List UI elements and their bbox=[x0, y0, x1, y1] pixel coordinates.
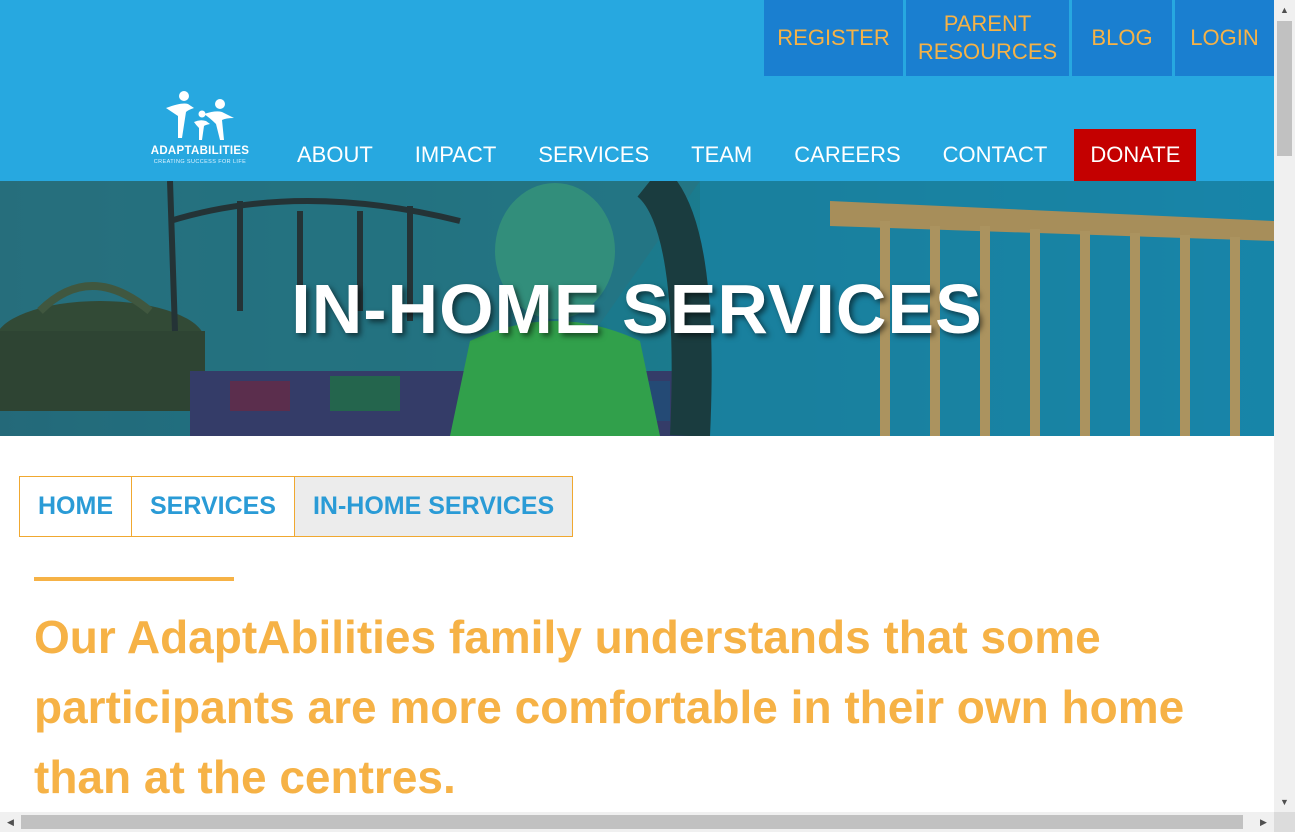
main-nav-team[interactable]: TEAM bbox=[670, 129, 773, 181]
page-title: IN-HOME SERVICES bbox=[291, 270, 983, 348]
main-nav-impact[interactable]: IMPACT bbox=[394, 129, 517, 181]
breadcrumb-services[interactable]: SERVICES bbox=[132, 477, 295, 536]
site-logo[interactable]: ADAPTABILITIES CREATING SUCCESS FOR LIFE bbox=[142, 88, 258, 168]
top-nav-blog[interactable]: BLOG bbox=[1072, 0, 1172, 76]
scrollbar-corner bbox=[1274, 812, 1295, 832]
horizontal-scroll-thumb[interactable] bbox=[21, 815, 1243, 829]
main-nav-contact[interactable]: CONTACT bbox=[922, 129, 1069, 181]
scroll-up-icon[interactable]: ▲ bbox=[1274, 0, 1295, 20]
logo-name: ADAPTABILITIES bbox=[150, 145, 250, 157]
scroll-left-icon[interactable]: ◀ bbox=[0, 812, 21, 832]
top-nav-register[interactable]: REGISTER bbox=[764, 0, 903, 76]
logo-tagline: CREATING SUCCESS FOR LIFE bbox=[153, 159, 247, 165]
page-viewport: REGISTER PARENT RESOURCES BLOG LOGIN ADA… bbox=[0, 0, 1274, 812]
breadcrumb: HOME SERVICES IN-HOME SERVICES bbox=[19, 476, 574, 537]
parent-resources-line2: RESOURCES bbox=[917, 39, 1058, 64]
donate-button[interactable]: DONATE bbox=[1074, 129, 1197, 181]
logo-figures-icon bbox=[166, 91, 234, 140]
accent-divider bbox=[34, 577, 234, 581]
parent-resources-label: PARENT RESOURCES bbox=[918, 10, 1057, 66]
horizontal-scrollbar[interactable]: ◀ ▶ bbox=[0, 812, 1274, 832]
scroll-right-icon[interactable]: ▶ bbox=[1253, 812, 1274, 832]
top-nav-login[interactable]: LOGIN bbox=[1175, 0, 1274, 76]
main-nav-about[interactable]: ABOUT bbox=[276, 129, 394, 181]
parent-resources-line1: PARENT bbox=[943, 11, 1032, 36]
main-nav-careers[interactable]: CAREERS bbox=[773, 129, 921, 181]
vertical-scrollbar[interactable]: ▲ ▼ bbox=[1274, 0, 1295, 812]
hero-banner: IN-HOME SERVICES bbox=[0, 181, 1274, 436]
vertical-scroll-thumb[interactable] bbox=[1277, 21, 1292, 156]
top-nav-parent-resources[interactable]: PARENT RESOURCES bbox=[906, 0, 1069, 76]
scroll-down-icon[interactable]: ▼ bbox=[1274, 792, 1295, 812]
breadcrumb-home[interactable]: HOME bbox=[20, 477, 132, 536]
intro-heading: Our AdaptAbilities family understands th… bbox=[34, 611, 1185, 803]
site-header: REGISTER PARENT RESOURCES BLOG LOGIN ADA… bbox=[0, 0, 1274, 181]
main-nav: ABOUT IMPACT SERVICES TEAM CAREERS CONTA… bbox=[276, 129, 1197, 181]
top-nav: REGISTER PARENT RESOURCES BLOG LOGIN bbox=[764, 0, 1274, 76]
breadcrumb-current: IN-HOME SERVICES bbox=[294, 477, 573, 536]
main-nav-services[interactable]: SERVICES bbox=[517, 129, 670, 181]
